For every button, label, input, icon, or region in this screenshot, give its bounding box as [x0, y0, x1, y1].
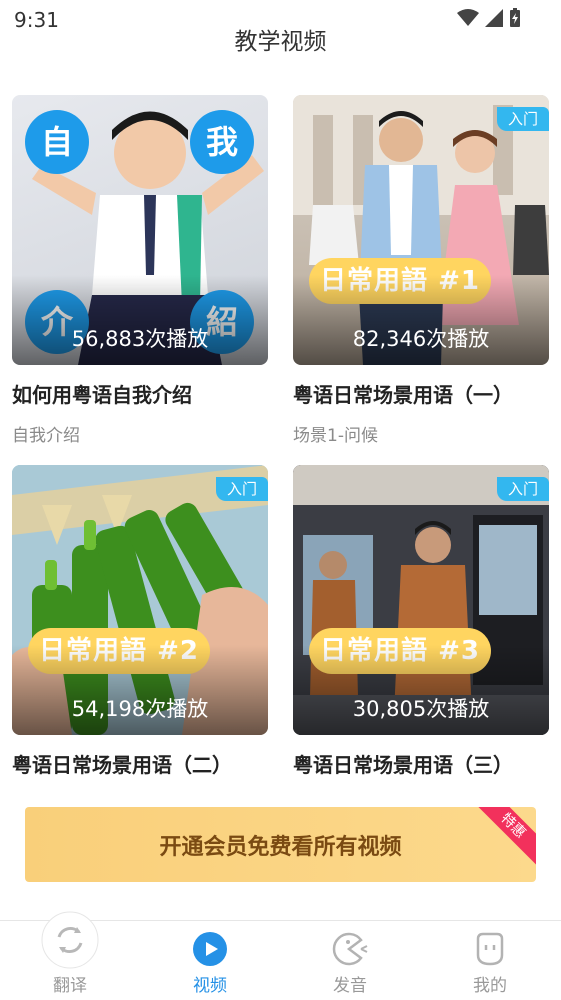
video-title[interactable]: 粤语日常场景用语（一）	[293, 379, 513, 408]
play-count: 54,198次播放	[71, 697, 209, 721]
level-tag: 入门	[216, 477, 268, 501]
play-count: 56,883次播放	[71, 327, 209, 351]
video-subtitle: 场景1-问候	[293, 426, 378, 446]
video-title[interactable]: 粤语日常场景用语（二）	[12, 749, 232, 778]
level-tag: 入门	[497, 477, 549, 501]
tab-label: 翻译	[53, 976, 87, 996]
play-count: 82,346次播放	[352, 327, 490, 351]
tab-videos[interactable]: 视频	[140, 921, 280, 1000]
intro-char-2: 我	[190, 110, 254, 174]
play-icon	[193, 932, 227, 966]
pacman-icon	[332, 932, 368, 966]
play-count: 30,805次播放	[352, 697, 490, 721]
refresh-icon	[41, 911, 99, 969]
tab-label: 发音	[333, 976, 367, 996]
face-icon	[476, 932, 504, 966]
tab-translate[interactable]: 翻译	[0, 911, 140, 1000]
video-subtitle: 自我介绍	[12, 426, 80, 446]
tab-label: 视频	[193, 976, 227, 996]
tab-profile[interactable]: 我的	[420, 921, 560, 1000]
tab-label: 我的	[473, 976, 507, 996]
video-thumbnail[interactable]: 自 我 介 紹 56,883次播放	[12, 95, 268, 365]
intro-char-1: 自	[25, 110, 89, 174]
video-thumbnail[interactable]: 入门 日常用語 #1 82,346次播放	[293, 95, 549, 365]
video-title[interactable]: 如何用粤语自我介绍	[12, 379, 192, 408]
video-thumbnail[interactable]: 入门 日常用語 #3 30,805次播放	[293, 465, 549, 735]
tab-pronunciation[interactable]: 发音	[280, 921, 420, 1000]
vip-banner-label: 开通会员免费看所有视频	[159, 835, 402, 860]
page-title: 教学视频	[234, 29, 327, 55]
vip-banner-button[interactable]: 开通会员免费看所有视频 特惠	[25, 807, 536, 882]
video-thumbnail[interactable]: 入门 日常用語 #2 54,198次播放	[12, 465, 268, 735]
bottom-tab-bar: 翻译 视频 发音 我的	[0, 911, 561, 1000]
video-title[interactable]: 粤语日常场景用语（三）	[293, 749, 513, 778]
level-tag: 入门	[497, 107, 549, 131]
